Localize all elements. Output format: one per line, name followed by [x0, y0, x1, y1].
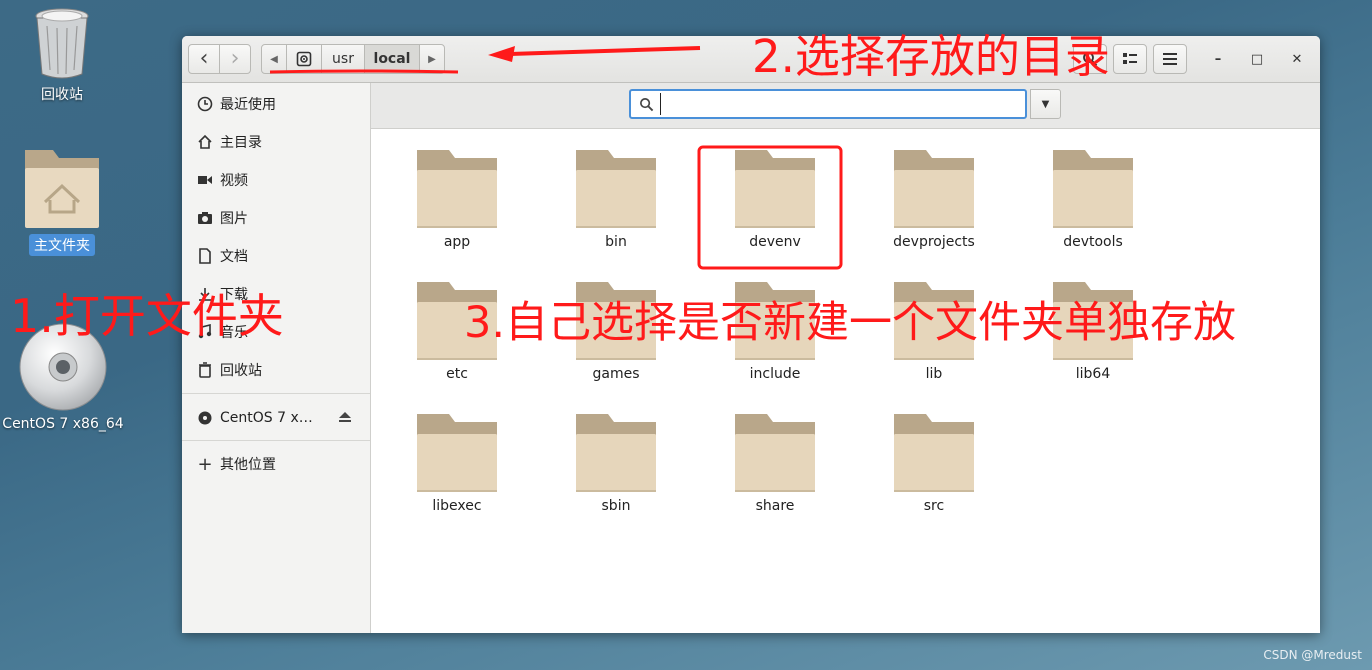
underline-stroke	[269, 69, 459, 74]
annotation-step2: 2.选择存放的目录	[752, 30, 1110, 83]
annotation-step1: 1.打开文件夹	[10, 289, 284, 343]
arrow-line	[509, 46, 701, 56]
annotation-step3: 3.自己选择是否新建一个文件夹单独存放	[464, 298, 1237, 348]
watermark: CSDN @Mredust	[1263, 648, 1362, 662]
highlight-box	[697, 145, 843, 270]
arrow-head	[488, 46, 515, 62]
